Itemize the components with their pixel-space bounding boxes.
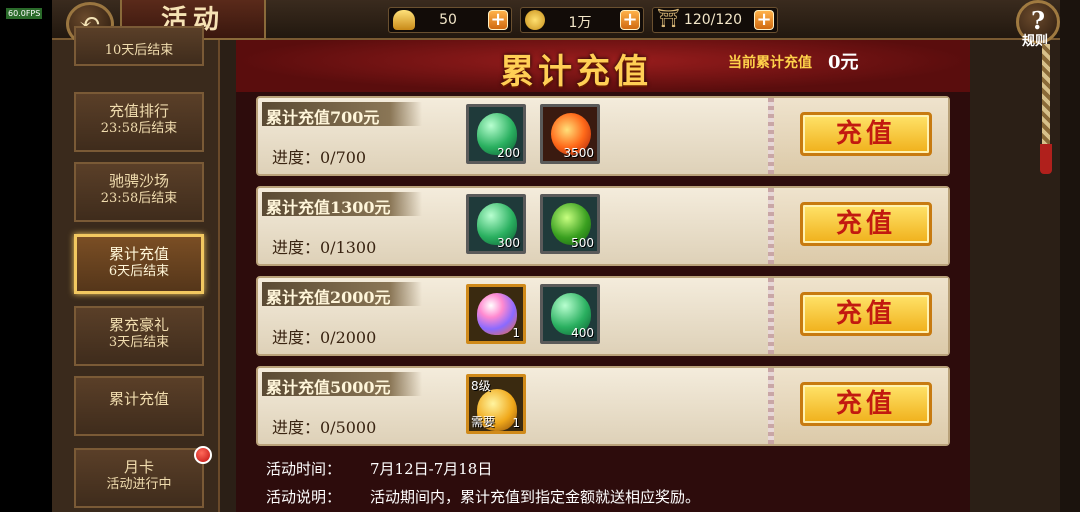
sidebar-item-cumulative-recharge-2[interactable]: 累计充值 <box>74 376 204 436</box>
reward-item-green-gem[interactable]: 300 <box>466 194 526 254</box>
stamina-icon: ⛩ <box>657 8 680 29</box>
item-count: 400 <box>571 326 594 340</box>
sidebar-item-recharge-gift[interactable]: 累充豪礼 3天后结束 <box>74 306 204 366</box>
right-rope <box>1042 44 1050 144</box>
reward-item-green-gem[interactable]: 200 <box>466 104 526 164</box>
activity-time-value: 7月12日-7月18日 <box>370 460 493 478</box>
sidebar-item-cumulative-recharge[interactable]: 累计充值 6天后结束 <box>74 234 204 294</box>
item-count: 500 <box>571 236 594 250</box>
reward-item-green-gem[interactable]: 400 <box>540 284 600 344</box>
activity-description: 活动说明： 活动期间内，累计充值到指定金额就送相应奖励。 <box>266 486 700 507</box>
current-recharge-value: 0元 <box>828 52 859 73</box>
coin-value: 1万 <box>568 15 592 31</box>
reward-item-green-bun[interactable]: 500 <box>540 194 600 254</box>
gold-value: 50 <box>439 12 457 28</box>
resource-gold: 50 + <box>388 7 512 33</box>
notification-dot <box>194 446 212 464</box>
activity-desc-label: 活动说明： <box>266 488 342 506</box>
right-letterbox <box>1060 0 1080 512</box>
item-count: 3500 <box>563 146 594 160</box>
resource-stamina: ⛩ 120/120 + <box>652 7 778 33</box>
main-panel: 累计充值 当前累计充值 0元 累计充值700元 进度：0/700 200 350… <box>236 40 970 512</box>
item-count: 1 <box>512 326 520 340</box>
recharge-button[interactable]: 充值 <box>800 112 932 156</box>
item-need: 需要 <box>471 415 496 429</box>
row-label: 累计充值2000元 <box>266 288 391 307</box>
row-label: 累计充值5000元 <box>266 378 391 397</box>
panel-title: 累计充值 <box>500 52 652 92</box>
reward-item-fire-orb[interactable]: 3500 <box>540 104 600 164</box>
activity-sidebar: 10天后结束 充值排行 23:58后结束 驰骋沙场 23:58后结束 累计充值 … <box>52 26 220 512</box>
row-progress: 进度：0/2000 <box>272 328 377 347</box>
activity-desc-value: 活动期间内，累计充值到指定金额就送相应奖励。 <box>370 488 701 506</box>
add-stamina-button[interactable]: + <box>754 10 774 30</box>
reward-row-1300: 累计充值1300元 进度：0/1300 300 500 充值 <box>256 186 950 266</box>
recharge-button[interactable]: 充值 <box>800 292 932 336</box>
sidebar-item-0[interactable]: 10天后结束 <box>74 26 204 66</box>
sidebar-item-battlefield[interactable]: 驰骋沙场 23:58后结束 <box>74 162 204 222</box>
row-progress: 进度：0/5000 <box>272 418 377 437</box>
reward-row-2000: 累计充值2000元 进度：0/2000 1 400 充值 <box>256 276 950 356</box>
activity-time-label: 活动时间： <box>266 460 342 478</box>
coin-icon <box>525 10 545 30</box>
row-progress: 进度：0/700 <box>272 148 367 167</box>
item-count: 300 <box>497 236 520 250</box>
sidebar-item-recharge-ranking[interactable]: 充值排行 23:58后结束 <box>74 92 204 152</box>
row-progress: 进度：0/1300 <box>272 238 377 257</box>
add-gold-button[interactable]: + <box>488 10 508 30</box>
current-recharge-label: 当前累计充值 <box>728 55 812 71</box>
item-count: 200 <box>497 146 520 160</box>
left-letterbox: 60.0FPS <box>0 0 52 512</box>
fps-counter: 60.0FPS <box>6 8 43 19</box>
item-count: 1 <box>512 416 520 430</box>
reward-item-gold-stone[interactable]: 8级 需要 1 <box>466 374 526 434</box>
recharge-button[interactable]: 充值 <box>800 202 932 246</box>
reward-row-700: 累计充值700元 进度：0/700 200 3500 充值 <box>256 96 950 176</box>
title-banner: 累计充值 当前累计充值 0元 <box>236 40 970 92</box>
resource-coin: 1万 + <box>520 7 644 33</box>
sidebar-item-monthly-card[interactable]: 月卡 活动进行中 <box>74 446 212 508</box>
reward-item-rainbow-gem[interactable]: 1 <box>466 284 526 344</box>
rainbow-gem-icon <box>477 293 517 335</box>
gold-ingot-icon <box>393 10 415 30</box>
recharge-button[interactable]: 充值 <box>800 382 932 426</box>
row-label: 累计充值700元 <box>266 108 380 127</box>
right-tassel <box>1040 144 1052 174</box>
add-coin-button[interactable]: + <box>620 10 640 30</box>
stamina-value: 120/120 <box>683 12 743 28</box>
row-label: 累计充值1300元 <box>266 198 391 217</box>
activity-time: 活动时间： 7月12日-7月18日 <box>266 458 492 479</box>
reward-row-5000: 累计充值5000元 进度：0/5000 8级 需要 1 充值 <box>256 366 950 446</box>
item-level: 8级 <box>471 379 491 393</box>
